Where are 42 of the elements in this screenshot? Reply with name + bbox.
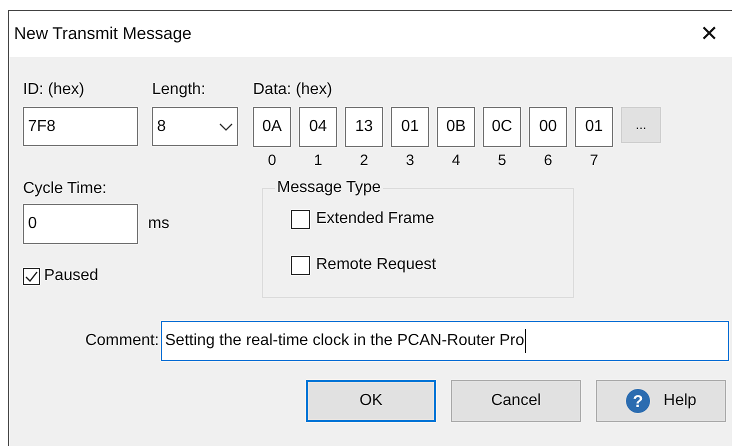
- length-dropdown[interactable]: 8: [152, 107, 238, 146]
- byte-index: 6: [544, 151, 552, 171]
- close-button[interactable]: ✕: [696, 23, 722, 45]
- byte-input[interactable]: 00: [529, 107, 567, 147]
- byte-index: 7: [590, 151, 598, 171]
- byte-input[interactable]: 0C: [483, 107, 521, 147]
- byte-index: 5: [498, 151, 506, 171]
- ok-button[interactable]: OK: [306, 380, 436, 422]
- byte-input[interactable]: 04: [299, 107, 337, 147]
- checkbox[interactable]: [23, 268, 40, 284]
- byte-index: 1: [314, 151, 322, 171]
- field-label: Cycle Time:: [23, 179, 108, 199]
- byte-index: 2: [360, 151, 368, 171]
- cancel-button[interactable]: Cancel: [451, 380, 581, 422]
- comment-input[interactable]: Setting the real-time clock in the PCAN-Router Pro: [161, 321, 729, 361]
- help-button[interactable]: ? Help: [596, 380, 726, 422]
- window-title: New Transmit Message: [14, 23, 192, 46]
- checkbox[interactable]: [291, 256, 310, 274]
- id-input[interactable]: 7F8: [23, 107, 138, 146]
- checkbox[interactable]: [291, 210, 310, 228]
- field-label: Length:: [152, 80, 206, 100]
- checkbox-label: Paused: [44, 266, 98, 286]
- byte-index: 0: [268, 151, 276, 171]
- check-icon: [25, 270, 38, 282]
- field-label: Comment:: [84, 331, 160, 351]
- byte-input[interactable]: 01: [391, 107, 429, 147]
- byte-index: 4: [452, 151, 460, 171]
- byte-input[interactable]: 0A: [253, 107, 291, 147]
- unit-label: ms: [148, 214, 170, 234]
- cycle-time-input[interactable]: 0: [23, 204, 138, 244]
- checkbox-label: Remote Request: [316, 255, 436, 275]
- field-label: Data: (hex): [253, 80, 334, 100]
- more-button[interactable]: ...: [621, 107, 661, 143]
- byte-input[interactable]: 0B: [437, 107, 475, 147]
- group-title: Message Type: [275, 178, 383, 198]
- byte-input[interactable]: 01: [575, 107, 613, 147]
- help-icon: ?: [626, 389, 650, 413]
- checkbox-label: Extended Frame: [316, 209, 434, 229]
- field-label: ID: (hex): [23, 80, 86, 100]
- byte-input[interactable]: 13: [345, 107, 383, 147]
- byte-index: 3: [406, 151, 414, 171]
- chevron-down-icon: [219, 122, 233, 130]
